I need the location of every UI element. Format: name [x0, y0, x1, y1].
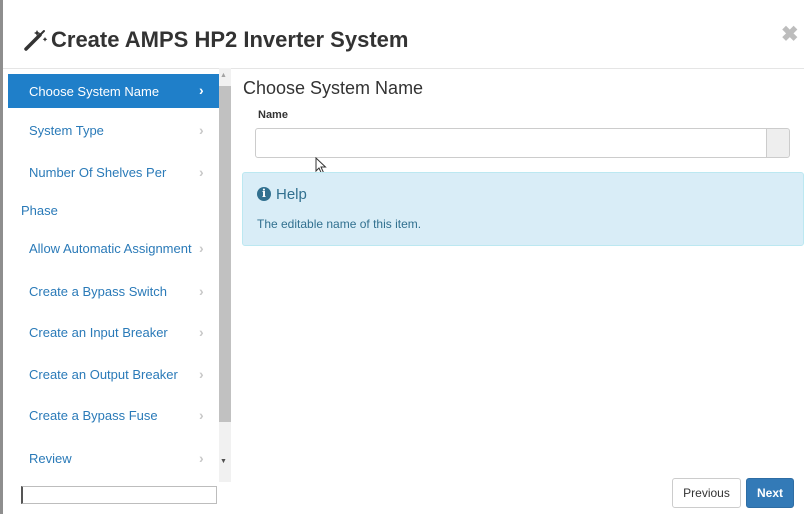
- step-create-bypass-fuse[interactable]: Create a Bypass Fuse ›: [8, 397, 219, 433]
- sidebar-bottom-field[interactable]: [21, 486, 217, 504]
- wizard-steps-sidebar: Choose System Name › System Type › Numbe…: [8, 68, 219, 482]
- name-field-label: Name: [258, 109, 288, 121]
- step-create-bypass-switch[interactable]: Create a Bypass Switch ›: [8, 273, 219, 309]
- name-input-addon: [766, 128, 790, 158]
- step-label: Create an Input Breaker: [29, 325, 168, 340]
- chevron-right-icon: ›: [199, 407, 204, 423]
- step-review[interactable]: Review ›: [8, 440, 219, 476]
- step-number-of-shelves[interactable]: Number Of Shelves Per › Phase: [8, 154, 219, 220]
- step-label: Create a Bypass Fuse: [29, 408, 158, 423]
- chevron-right-icon: ›: [199, 122, 204, 138]
- dialog-header: Create AMPS HP2 Inverter System ✖: [3, 0, 804, 69]
- chevron-right-icon: ›: [199, 283, 204, 299]
- step-label: Number Of Shelves Per: [29, 165, 167, 180]
- info-circle-icon: i: [257, 187, 271, 201]
- chevron-right-icon: ›: [199, 82, 204, 98]
- step-label-continued: Phase: [21, 203, 58, 218]
- step-allow-automatic-assignment[interactable]: Allow Automatic Assignment ›: [8, 230, 219, 266]
- step-create-input-breaker[interactable]: Create an Input Breaker ›: [8, 314, 219, 350]
- step-label: Review: [29, 451, 72, 466]
- chevron-right-icon: ›: [199, 164, 204, 180]
- step-create-output-breaker[interactable]: Create an Output Breaker ›: [8, 356, 219, 392]
- scroll-up-arrow-icon[interactable]: ▲: [220, 72, 227, 79]
- help-panel: i Help The editable name of this item.: [242, 172, 804, 246]
- chevron-right-icon: ›: [199, 324, 204, 340]
- previous-button[interactable]: Previous: [672, 478, 741, 508]
- chevron-right-icon: ›: [199, 240, 204, 256]
- step-label: System Type: [29, 123, 104, 138]
- name-input[interactable]: [255, 128, 767, 158]
- step-choose-system-name[interactable]: Choose System Name ›: [8, 74, 219, 108]
- sidebar-scrollbar-thumb[interactable]: [219, 86, 231, 422]
- help-title: Help: [276, 186, 307, 203]
- step-label: Create a Bypass Switch: [29, 284, 168, 299]
- dialog-title: Create AMPS HP2 Inverter System: [51, 27, 409, 52]
- window-edge: [0, 0, 3, 514]
- step-label: Choose System Name: [29, 84, 160, 99]
- step-label: Allow Automatic Assignment: [29, 241, 192, 256]
- help-text: The editable name of this item.: [257, 217, 422, 231]
- next-button[interactable]: Next: [746, 478, 794, 508]
- scroll-down-arrow-icon[interactable]: ▼: [220, 458, 227, 465]
- step-system-type[interactable]: System Type ›: [8, 112, 219, 148]
- magic-wand-icon: [24, 30, 48, 51]
- chevron-right-icon: ›: [199, 450, 204, 466]
- close-icon[interactable]: ✖: [781, 24, 799, 45]
- section-title: Choose System Name: [243, 78, 424, 98]
- step-label: Create an Output Breaker: [29, 367, 178, 382]
- chevron-right-icon: ›: [199, 366, 204, 382]
